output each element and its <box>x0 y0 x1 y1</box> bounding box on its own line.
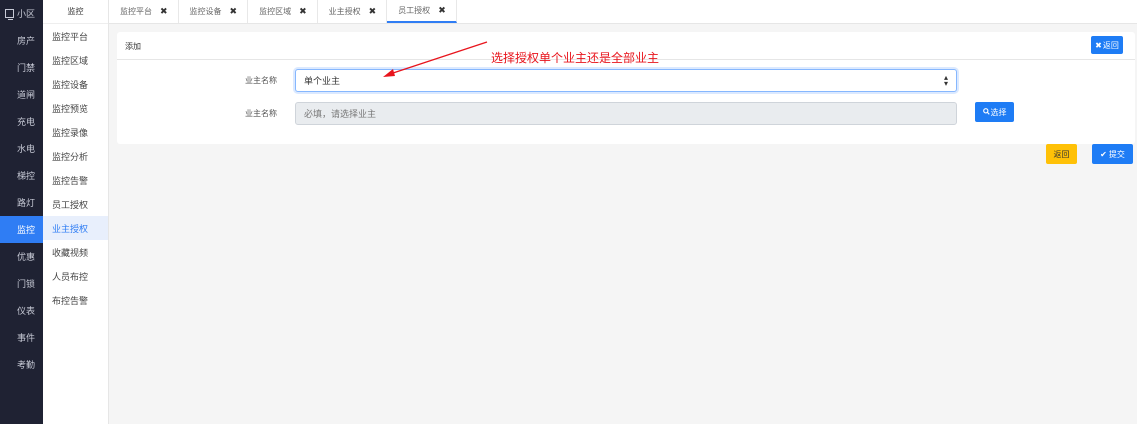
submenu-item[interactable]: 收藏视频 <box>43 240 108 264</box>
tab-1[interactable]: 监控设备 ✖ <box>179 0 249 23</box>
submenu-item[interactable]: 监控告警 <box>43 168 108 192</box>
grid-icon <box>5 36 14 45</box>
check-icon: ✔ <box>1100 149 1107 159</box>
card-title: 添加 <box>125 42 141 51</box>
grid-icon <box>5 144 14 153</box>
close-icon[interactable]: ✖ <box>230 7 238 17</box>
submenu-item[interactable]: 业主授权 <box>43 216 108 240</box>
tab-label: 监控区域 <box>259 7 292 16</box>
nav-item-label: 道闸 <box>17 91 36 101</box>
search-icon <box>982 107 990 117</box>
select-caret-icon: ▴ ▾ <box>943 73 948 88</box>
grid-icon <box>5 333 14 342</box>
nav-item-6[interactable]: 梯控 <box>0 162 43 189</box>
owner-type-select[interactable]: 单个业主 ▴ ▾ <box>295 69 957 92</box>
tab-3[interactable]: 业主授权 ✖ <box>318 0 388 23</box>
nav-item-4[interactable]: 充电 <box>0 108 43 135</box>
owner-name-placeholder: 必填，请选择业主 <box>304 110 377 120</box>
nav-item-10[interactable]: 门锁 <box>0 270 43 297</box>
nav-item-label: 房产 <box>17 37 36 47</box>
grid-icon <box>5 225 14 234</box>
submenu-item[interactable]: 布控告警 <box>43 288 108 312</box>
close-icon[interactable]: ✖ <box>299 7 307 17</box>
tab-0[interactable]: 监控平台 ✖ <box>109 0 179 23</box>
grid-icon <box>5 117 14 126</box>
tab-4[interactable]: 员工授权 ✖ <box>387 0 457 23</box>
submenu-item[interactable]: 人员布控 <box>43 264 108 288</box>
nav-item-2[interactable]: 门禁 <box>0 54 43 81</box>
tab-label: 业主授权 <box>328 7 361 16</box>
submenu-item[interactable]: 监控设备 <box>43 72 108 96</box>
nav-item-label: 优惠 <box>17 253 36 263</box>
owner-name-input[interactable]: 必填，请选择业主 <box>295 102 957 125</box>
submenu-item[interactable]: 监控平台 <box>43 24 108 48</box>
close-icon: ✖ <box>1095 40 1102 50</box>
submit-button[interactable]: ✔ 提交 <box>1092 144 1133 164</box>
owner-name-label: 业主名称 <box>245 109 277 118</box>
nav-item-9[interactable]: 优惠 <box>0 243 43 270</box>
nav-item-11[interactable]: 仪表 <box>0 297 43 324</box>
nav-item-5[interactable]: 水电 <box>0 135 43 162</box>
back-button-top[interactable]: ✖ 返回 <box>1091 36 1123 54</box>
nav-item-3[interactable]: 道闸 <box>0 81 43 108</box>
submenu-item[interactable]: 员工授权 <box>43 192 108 216</box>
return-button[interactable]: 返回 <box>1046 144 1077 164</box>
nav-item-label: 门禁 <box>17 64 36 74</box>
grid-icon <box>5 171 14 180</box>
grid-icon <box>5 90 14 99</box>
main-nav: 小区房产门禁道闸充电水电梯控路灯监控优惠门锁仪表事件考勤 <box>0 0 43 424</box>
grid-icon <box>5 360 14 369</box>
tab-2[interactable]: 监控区域 ✖ <box>248 0 318 23</box>
nav-item-13[interactable]: 考勤 <box>0 351 43 378</box>
nav-item-label: 考勤 <box>17 361 36 371</box>
nav-item-label: 小区 <box>17 10 36 20</box>
close-icon[interactable]: ✖ <box>160 7 168 17</box>
close-icon[interactable]: ✖ <box>369 7 377 17</box>
submit-button-label: 提交 <box>1108 149 1125 159</box>
grid-icon <box>5 279 14 288</box>
nav-item-label: 路灯 <box>17 199 36 209</box>
back-button-top-label: 返回 <box>1102 40 1119 50</box>
tab-bar: 监控平台 ✖ 监控设备 ✖ 监控区域 ✖ 业主授权 ✖ 员工授权 ✖ <box>109 0 1137 24</box>
nav-item-label: 充电 <box>17 118 36 128</box>
grid-icon <box>5 306 14 315</box>
nav-item-1[interactable]: 房产 <box>0 27 43 54</box>
nav-item-label: 监控 <box>17 226 36 236</box>
grid-icon <box>5 63 14 72</box>
nav-item-label: 门锁 <box>17 280 36 290</box>
nav-item-label: 仪表 <box>17 307 36 317</box>
nav-item-label: 水电 <box>17 145 36 155</box>
annotation-text: 选择授权单个业主还是全部业主 <box>491 51 660 65</box>
tab-label: 监控平台 <box>120 7 152 16</box>
owner-type-label: 业主名称 <box>245 76 277 85</box>
nav-item-7[interactable]: 路灯 <box>0 189 43 216</box>
nav-item-label: 事件 <box>17 334 36 344</box>
tab-label: 员工授权 <box>398 6 431 15</box>
nav-item-label: 梯控 <box>17 172 36 182</box>
owner-type-select-value: 单个业主 <box>304 77 341 87</box>
nav-item-0[interactable]: 小区 <box>0 0 43 27</box>
nav-item-8[interactable]: 监控 <box>0 216 43 243</box>
tab-label: 监控设备 <box>189 7 222 16</box>
nav-item-12[interactable]: 事件 <box>0 324 43 351</box>
submenu-item[interactable]: 监控预览 <box>43 96 108 120</box>
monitor-icon <box>5 9 14 20</box>
submenu-item[interactable]: 监控分析 <box>43 144 108 168</box>
close-icon[interactable]: ✖ <box>438 6 446 16</box>
choose-owner-button[interactable]: 选择 <box>975 102 1014 122</box>
sub-menu: 监控 监控平台 监控区域 监控设备 监控预览 监控录像 监控分析 监控告警 员工授权 业主授权收… <box>43 0 109 424</box>
grid-icon <box>5 252 14 261</box>
grid-icon <box>5 198 14 207</box>
submenu-item[interactable]: 监控区域 <box>43 48 108 72</box>
submenu-title: 监控 <box>43 0 108 24</box>
choose-owner-label: 选择 <box>990 107 1007 117</box>
submenu-item[interactable]: 监控录像 <box>43 120 108 144</box>
